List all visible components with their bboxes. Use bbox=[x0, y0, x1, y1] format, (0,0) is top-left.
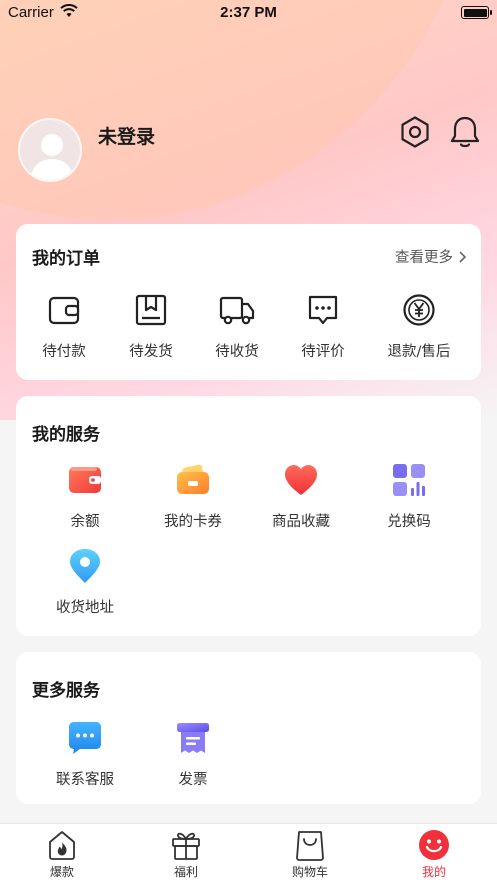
order-pending-receipt[interactable]: 待收货 bbox=[192, 292, 282, 361]
tab-mine[interactable]: 我的 bbox=[399, 829, 469, 880]
order-refund-aftersale[interactable]: 退款/售后 bbox=[374, 292, 464, 361]
chat-icon bbox=[308, 295, 338, 325]
orders-title: 我的订单 bbox=[32, 249, 100, 269]
service-coupons[interactable]: 我的卡券 bbox=[148, 462, 238, 531]
tab-label: 福利 bbox=[173, 865, 198, 879]
smiley-icon bbox=[419, 830, 449, 860]
order-item-label: 待评价 bbox=[301, 344, 345, 360]
service-item-label: 发票 bbox=[178, 772, 208, 788]
service-item-label: 兑换码 bbox=[387, 514, 431, 530]
tab-label: 爆款 bbox=[49, 865, 74, 879]
chevron-right-icon bbox=[459, 250, 467, 263]
service-item-label: 联系客服 bbox=[56, 772, 114, 788]
service-customer-support[interactable]: 联系客服 bbox=[40, 720, 130, 789]
wallet-icon bbox=[48, 296, 80, 325]
shopping-bag-icon bbox=[296, 831, 324, 861]
order-item-label: 待付款 bbox=[42, 344, 86, 360]
service-invoice[interactable]: 发票 bbox=[148, 720, 238, 789]
notification-bell-icon[interactable] bbox=[447, 114, 483, 150]
service-favorites[interactable]: 商品收藏 bbox=[256, 462, 346, 531]
yen-icon bbox=[403, 294, 435, 326]
avatar[interactable] bbox=[18, 118, 82, 182]
service-item-label: 收货地址 bbox=[56, 600, 114, 616]
header-decoration bbox=[0, 0, 480, 220]
battery-icon bbox=[461, 6, 492, 19]
settings-icon[interactable] bbox=[398, 115, 432, 149]
login-status-label[interactable]: 未登录 bbox=[98, 122, 155, 149]
order-pending-review[interactable]: 待评价 bbox=[278, 292, 368, 361]
truck-icon bbox=[219, 296, 255, 325]
order-pending-payment[interactable]: 待付款 bbox=[19, 292, 109, 361]
bottom-tab-bar: 爆款 福利 购物车 我的 bbox=[0, 823, 497, 883]
redeem-code-icon bbox=[393, 464, 425, 496]
service-item-label: 商品收藏 bbox=[272, 514, 330, 530]
tab-label: 我的 bbox=[421, 865, 446, 879]
service-shipping-address[interactable]: 收货地址 bbox=[40, 548, 130, 617]
service-redeem-code[interactable]: 兑换码 bbox=[364, 462, 454, 531]
order-item-label: 待发货 bbox=[129, 344, 173, 360]
status-bar: Carrier 2:37 PM bbox=[0, 0, 497, 26]
order-pending-shipment[interactable]: 待发货 bbox=[106, 292, 196, 361]
order-item-label: 退款/售后 bbox=[387, 344, 451, 360]
view-more-orders-link[interactable]: 查看更多 bbox=[395, 246, 467, 267]
hot-house-icon bbox=[49, 831, 75, 860]
orders-card: 我的订单 查看更多 待付款 待发货 待收货 待评价 退款/售后 bbox=[16, 224, 481, 380]
invoice-icon bbox=[177, 723, 209, 753]
service-balance[interactable]: 余额 bbox=[40, 462, 130, 531]
heart-icon bbox=[285, 465, 317, 495]
coupon-icon bbox=[177, 464, 209, 494]
service-item-label: 余额 bbox=[70, 514, 100, 530]
location-pin-icon bbox=[70, 549, 100, 583]
service-item-label: 我的卡券 bbox=[164, 514, 222, 530]
tab-cart[interactable]: 购物车 bbox=[275, 829, 345, 880]
tab-label: 购物车 bbox=[291, 865, 328, 879]
gift-icon bbox=[172, 832, 200, 860]
tab-hot[interactable]: 爆款 bbox=[27, 829, 97, 880]
more-services-card: 更多服务 联系客服 发票 bbox=[16, 652, 481, 804]
services-card: 我的服务 余额 我的卡券 商品收藏 兑换码 收货地址 bbox=[16, 396, 481, 636]
status-time: 2:37 PM bbox=[220, 4, 277, 21]
order-item-label: 待收货 bbox=[215, 344, 259, 360]
view-more-label: 查看更多 bbox=[395, 250, 453, 266]
customer-service-icon bbox=[69, 722, 101, 754]
services-title: 我的服务 bbox=[32, 425, 100, 445]
more-services-title: 更多服务 bbox=[32, 681, 100, 701]
package-icon bbox=[135, 294, 167, 326]
balance-wallet-icon bbox=[69, 467, 101, 493]
tab-welfare[interactable]: 福利 bbox=[151, 829, 221, 880]
